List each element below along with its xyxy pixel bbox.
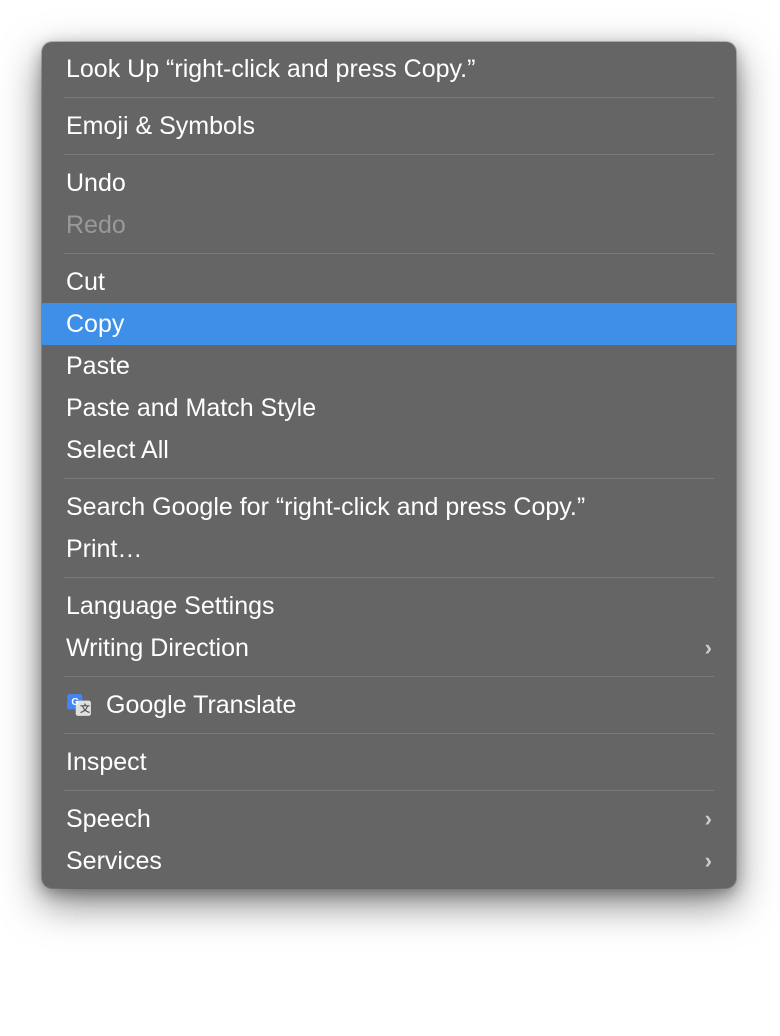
menu-item-label: Services [66, 847, 705, 876]
menu-item-label: Cut [66, 268, 712, 297]
menu-item-lookup[interactable]: Look Up “right-click and press Copy.” [42, 48, 736, 90]
menu-item-label: Look Up “right-click and press Copy.” [66, 55, 712, 84]
svg-text:G: G [71, 697, 79, 708]
menu-item-emoji[interactable]: Emoji & Symbols [42, 105, 736, 147]
menu-divider [64, 253, 714, 254]
menu-divider [64, 154, 714, 155]
menu-item-paste-match-style[interactable]: Paste and Match Style [42, 387, 736, 429]
menu-item-cut[interactable]: Cut [42, 261, 736, 303]
chevron-right-icon: › [705, 806, 712, 832]
menu-item-redo: Redo [42, 204, 736, 246]
menu-item-search-google[interactable]: Search Google for “right-click and press… [42, 486, 736, 528]
menu-item-label: Print… [66, 535, 712, 564]
menu-item-label: Paste [66, 352, 712, 381]
menu-item-label: Redo [66, 211, 712, 240]
menu-item-inspect[interactable]: Inspect [42, 741, 736, 783]
menu-item-copy[interactable]: Copy [42, 303, 736, 345]
menu-item-label: Writing Direction [66, 634, 705, 663]
menu-divider [64, 97, 714, 98]
menu-divider [64, 790, 714, 791]
menu-divider [64, 577, 714, 578]
menu-item-label: Language Settings [66, 592, 712, 621]
menu-item-select-all[interactable]: Select All [42, 429, 736, 471]
menu-item-print[interactable]: Print… [42, 528, 736, 570]
menu-item-label: Copy [66, 310, 712, 339]
menu-item-writing-direction[interactable]: Writing Direction › [42, 627, 736, 669]
menu-item-undo[interactable]: Undo [42, 162, 736, 204]
menu-item-label: Google Translate [106, 691, 712, 720]
menu-item-label: Inspect [66, 748, 712, 777]
chevron-right-icon: › [705, 635, 712, 661]
svg-text:文: 文 [80, 702, 90, 715]
menu-item-language-settings[interactable]: Language Settings [42, 585, 736, 627]
menu-item-label: Emoji & Symbols [66, 112, 712, 141]
chevron-right-icon: › [705, 848, 712, 874]
menu-divider [64, 676, 714, 677]
menu-item-services[interactable]: Services › [42, 840, 736, 882]
context-menu: Look Up “right-click and press Copy.” Em… [42, 42, 736, 888]
menu-item-label: Undo [66, 169, 712, 198]
menu-item-speech[interactable]: Speech › [42, 798, 736, 840]
menu-item-label: Speech [66, 805, 705, 834]
menu-item-label: Paste and Match Style [66, 394, 712, 423]
menu-item-label: Select All [66, 436, 712, 465]
menu-item-paste[interactable]: Paste [42, 345, 736, 387]
menu-divider [64, 478, 714, 479]
menu-item-label: Search Google for “right-click and press… [66, 493, 712, 522]
menu-divider [64, 733, 714, 734]
google-translate-icon: G 文 [66, 692, 92, 718]
menu-item-google-translate[interactable]: G 文 Google Translate [42, 684, 736, 726]
